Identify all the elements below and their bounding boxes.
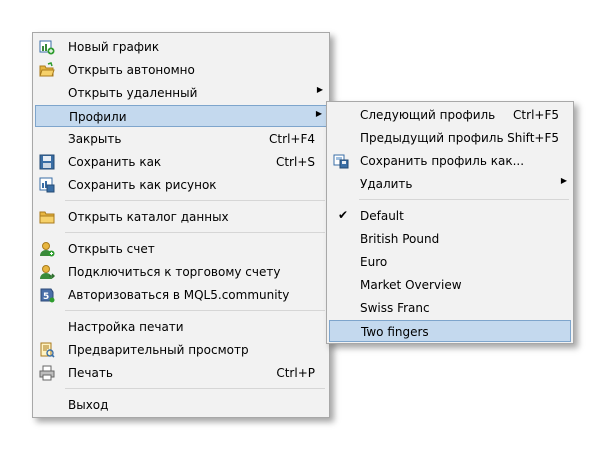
menu-separator: [65, 200, 325, 201]
submenu-item-save-profile-as[interactable]: Сохранить профиль как...: [329, 150, 571, 172]
save-profile-icon: [333, 153, 349, 169]
submenu-item-delete[interactable]: Удалить ▶: [329, 173, 571, 195]
menu-item-label: Открыть каталог данных: [68, 210, 229, 224]
menu-item-label: Euro: [360, 255, 388, 269]
submenu-arrow-icon: ▶: [315, 109, 322, 118]
menu-item-mql5-login[interactable]: 5 Авторизоваться в MQL5.community: [35, 284, 327, 306]
checkmark-icon: ✔: [338, 208, 349, 222]
menu-item-open-offline[interactable]: Открыть автономно: [35, 59, 327, 81]
submenu-item-profile-two-fingers[interactable]: Two fingers: [329, 320, 571, 342]
menu-item-close[interactable]: Закрыть Ctrl+F4: [35, 128, 327, 150]
menu-separator: [359, 199, 569, 200]
menu-item-connect-account[interactable]: Подключиться к торговому счету: [35, 261, 327, 283]
menu-item-label: Авторизоваться в MQL5.community: [68, 288, 290, 302]
print-preview-icon: [39, 342, 55, 358]
menu-item-shortcut: Ctrl+F4: [269, 132, 315, 146]
menu-item-open-data-folder[interactable]: Открыть каталог данных: [35, 206, 327, 228]
menu-item-label: Открыть автономно: [68, 63, 195, 77]
user-connect-icon: [39, 264, 55, 280]
menu-item-print-setup[interactable]: Настройка печати: [35, 316, 327, 338]
file-menu: Новый график Открыть автономно Открыть у…: [32, 32, 330, 418]
menu-item-exit[interactable]: Выход: [35, 394, 327, 416]
menu-item-label: Market Overview: [360, 278, 462, 292]
submenu-item-profile-swiss-franc[interactable]: Swiss Franc: [329, 297, 571, 319]
submenu-arrow-icon: ▶: [316, 85, 323, 94]
menu-item-shortcut: Ctrl+S: [275, 155, 315, 169]
submenu-item-profile-market-overview[interactable]: Market Overview: [329, 274, 571, 296]
menu-item-label: Следующий профиль: [360, 108, 496, 122]
menu-item-label: Сохранить как: [68, 155, 162, 169]
menu-item-label: Предварительный просмотр: [68, 343, 249, 357]
menu-item-save-as-picture[interactable]: Сохранить как рисунок: [35, 174, 327, 196]
menu-item-label: Профили: [69, 110, 127, 124]
submenu-item-profile-british-pound[interactable]: British Pound: [329, 228, 571, 250]
menu-item-open-account[interactable]: Открыть счет: [35, 238, 327, 260]
menu-item-label: Сохранить профиль как...: [360, 154, 525, 168]
menu-item-label: Открыть счет: [68, 242, 155, 256]
menu-item-label: Swiss Franc: [360, 301, 430, 315]
menu-item-label: Открыть удаленный: [68, 86, 198, 100]
menu-separator: [65, 310, 325, 311]
menu-item-save-as[interactable]: Сохранить как Ctrl+S: [35, 151, 327, 173]
menu-item-new-chart[interactable]: Новый график: [35, 36, 327, 58]
menu-separator: [65, 388, 325, 389]
menu-item-shortcut: Shift+F5: [507, 131, 559, 145]
printer-icon: [39, 365, 55, 381]
folder-icon: [39, 209, 55, 225]
menu-item-label: Настройка печати: [68, 320, 184, 334]
submenu-arrow-icon: ▶: [560, 176, 567, 185]
menu-item-profiles[interactable]: Профили ▶: [35, 105, 327, 127]
menu-item-label: Предыдущий профиль: [360, 131, 504, 145]
save-icon: [39, 154, 55, 170]
submenu-item-next-profile[interactable]: Следующий профиль Ctrl+F5: [329, 104, 571, 126]
menu-item-shortcut: Ctrl+P: [276, 366, 315, 380]
menu-item-label: Default: [360, 209, 404, 223]
submenu-item-previous-profile[interactable]: Предыдущий профиль Shift+F5: [329, 127, 571, 149]
menu-item-print[interactable]: Печать Ctrl+P: [35, 362, 327, 384]
open-folder-icon: [39, 62, 55, 78]
svg-text:5: 5: [43, 292, 49, 302]
menu-separator: [65, 232, 325, 233]
menu-item-label: Новый график: [68, 40, 160, 54]
submenu-item-profile-euro[interactable]: Euro: [329, 251, 571, 273]
menu-item-label: British Pound: [360, 232, 440, 246]
menu-item-label: Выход: [68, 398, 109, 412]
save-picture-icon: [39, 177, 55, 193]
profiles-submenu: Следующий профиль Ctrl+F5 Предыдущий про…: [326, 101, 574, 344]
mql5-login-icon: 5: [39, 287, 55, 303]
menu-item-label: Two fingers: [361, 325, 429, 339]
menu-item-open-remote[interactable]: Открыть удаленный ▶: [35, 82, 327, 104]
user-add-icon: [39, 241, 55, 257]
menu-item-print-preview[interactable]: Предварительный просмотр: [35, 339, 327, 361]
menu-item-shortcut: Ctrl+F5: [513, 108, 559, 122]
menu-item-label: Сохранить как рисунок: [68, 178, 217, 192]
submenu-item-profile-default[interactable]: ✔ Default: [329, 205, 571, 227]
menu-item-label: Подключиться к торговому счету: [68, 265, 281, 279]
new-chart-icon: [39, 39, 55, 55]
menu-item-label: Удалить: [360, 177, 413, 191]
menu-item-label: Закрыть: [68, 132, 122, 146]
menu-item-label: Печать: [68, 366, 113, 380]
